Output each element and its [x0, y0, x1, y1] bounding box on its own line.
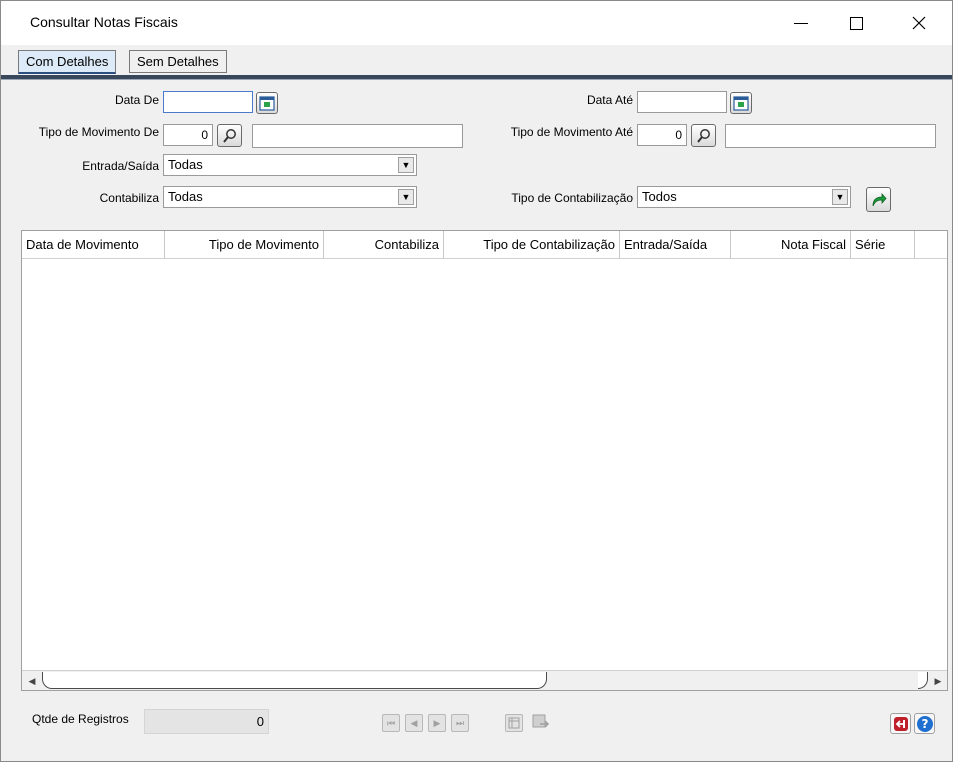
- calendar-icon: [733, 96, 749, 111]
- next-icon: ▶: [433, 717, 441, 728]
- previous-record-button[interactable]: ◀: [405, 714, 423, 732]
- minimize-button[interactable]: [778, 1, 824, 45]
- export-icon: [532, 714, 550, 728]
- table-icon: [508, 717, 520, 729]
- tipo-contabilizacao-value: Todos: [642, 189, 677, 204]
- tab-divider-light: [1, 79, 952, 80]
- magnifier-icon: [222, 128, 236, 143]
- exit-icon: [893, 716, 908, 731]
- col-serie[interactable]: Série: [851, 231, 915, 259]
- magnifier-icon: [696, 128, 710, 143]
- maximize-icon: [849, 16, 863, 30]
- refresh-button[interactable]: [866, 187, 891, 212]
- last-icon: ⏭: [455, 717, 465, 728]
- contabiliza-value: Todas: [168, 189, 203, 204]
- data-de-label: Data De: [114, 93, 159, 107]
- calendar-icon: [259, 96, 275, 111]
- first-record-button[interactable]: ⏮: [382, 714, 400, 732]
- tab-sem-detalhes[interactable]: Sem Detalhes: [129, 50, 227, 73]
- minimize-icon: [794, 22, 808, 24]
- grid-view-button[interactable]: [505, 714, 523, 732]
- tipo-contabilizacao-label: Tipo de Contabilização: [511, 191, 633, 205]
- chevron-down-icon[interactable]: ▼: [398, 157, 414, 173]
- window-title: Consultar Notas Fiscais: [30, 14, 178, 30]
- help-icon: ?: [916, 715, 933, 732]
- export-button[interactable]: [532, 714, 550, 732]
- title-bar: Consultar Notas Fiscais: [1, 1, 952, 45]
- col-overflow[interactable]: [915, 231, 947, 259]
- tipo-mov-de-code-input[interactable]: 0: [163, 124, 213, 146]
- contabiliza-label: Contabiliza: [99, 191, 159, 205]
- entrada-saida-value: Todas: [168, 157, 203, 172]
- tipo-mov-ate-code-input[interactable]: 0: [637, 124, 687, 146]
- col-tipo-movimento[interactable]: Tipo de Movimento: [165, 231, 324, 259]
- qtde-registros-label: Qtde de Registros: [32, 712, 129, 726]
- close-button[interactable]: [896, 1, 942, 45]
- col-nota-fiscal[interactable]: Nota Fiscal: [731, 231, 851, 259]
- tipo-mov-de-desc-input[interactable]: [252, 124, 463, 148]
- horizontal-scrollbar[interactable]: ◀ ▶: [22, 670, 947, 690]
- data-de-calendar-button[interactable]: [256, 92, 278, 114]
- chevron-down-icon[interactable]: ▼: [832, 189, 848, 205]
- svg-text:?: ?: [921, 717, 928, 731]
- next-record-button[interactable]: ▶: [428, 714, 446, 732]
- data-ate-calendar-button[interactable]: [730, 92, 752, 114]
- maximize-button[interactable]: [833, 1, 879, 45]
- close-icon: [912, 16, 926, 30]
- chevron-down-icon[interactable]: ▼: [398, 189, 414, 205]
- tipo-mov-ate-desc-input[interactable]: [725, 124, 936, 148]
- previous-icon: ◀: [410, 717, 418, 728]
- tab-com-detalhes[interactable]: Com Detalhes: [18, 50, 117, 74]
- scroll-left-icon[interactable]: ◀: [24, 673, 40, 689]
- col-contabiliza[interactable]: Contabiliza: [324, 231, 444, 259]
- data-de-input[interactable]: [163, 91, 253, 113]
- scroll-right-icon[interactable]: ▶: [930, 673, 946, 689]
- col-entrada-saida[interactable]: Entrada/Saída: [620, 231, 731, 259]
- entrada-saida-select[interactable]: Todas ▼: [163, 154, 417, 176]
- first-icon: ⏮: [386, 717, 396, 728]
- qtde-registros-value: 0: [144, 709, 269, 734]
- help-button[interactable]: ?: [914, 713, 935, 734]
- last-record-button[interactable]: ⏭: [451, 714, 469, 732]
- results-grid[interactable]: Data de Movimento Tipo de Movimento Cont…: [21, 230, 948, 691]
- entrada-saida-label: Entrada/Saída: [82, 159, 159, 173]
- consultar-notas-window: Consultar Notas Fiscais Com Detalhes Sem…: [0, 0, 953, 762]
- tipo-mov-de-search-button[interactable]: [217, 124, 242, 147]
- scrollbar-thumb[interactable]: [42, 672, 547, 689]
- filter-form: Data De Data Até Tipo de Movimento De 0: [1, 81, 952, 226]
- data-ate-input[interactable]: [637, 91, 727, 113]
- col-data-movimento[interactable]: Data de Movimento: [22, 231, 165, 259]
- col-tipo-contabilizacao[interactable]: Tipo de Contabilização: [444, 231, 620, 259]
- tab-bar: Com Detalhes Sem Detalhes: [1, 45, 952, 81]
- data-ate-label: Data Até: [586, 93, 633, 107]
- exit-button[interactable]: [890, 713, 911, 734]
- contabiliza-select[interactable]: Todas ▼: [163, 186, 417, 208]
- refresh-arrow-icon: [872, 192, 887, 206]
- tipo-mov-ate-label: Tipo de Movimento Até: [510, 125, 633, 139]
- tipo-mov-de-label: Tipo de Movimento De: [38, 125, 159, 139]
- grid-header: Data de Movimento Tipo de Movimento Cont…: [22, 231, 947, 259]
- tipo-contabilizacao-select[interactable]: Todos ▼: [637, 186, 851, 208]
- tipo-mov-ate-search-button[interactable]: [691, 124, 716, 147]
- scrollbar-track-end: [918, 672, 928, 689]
